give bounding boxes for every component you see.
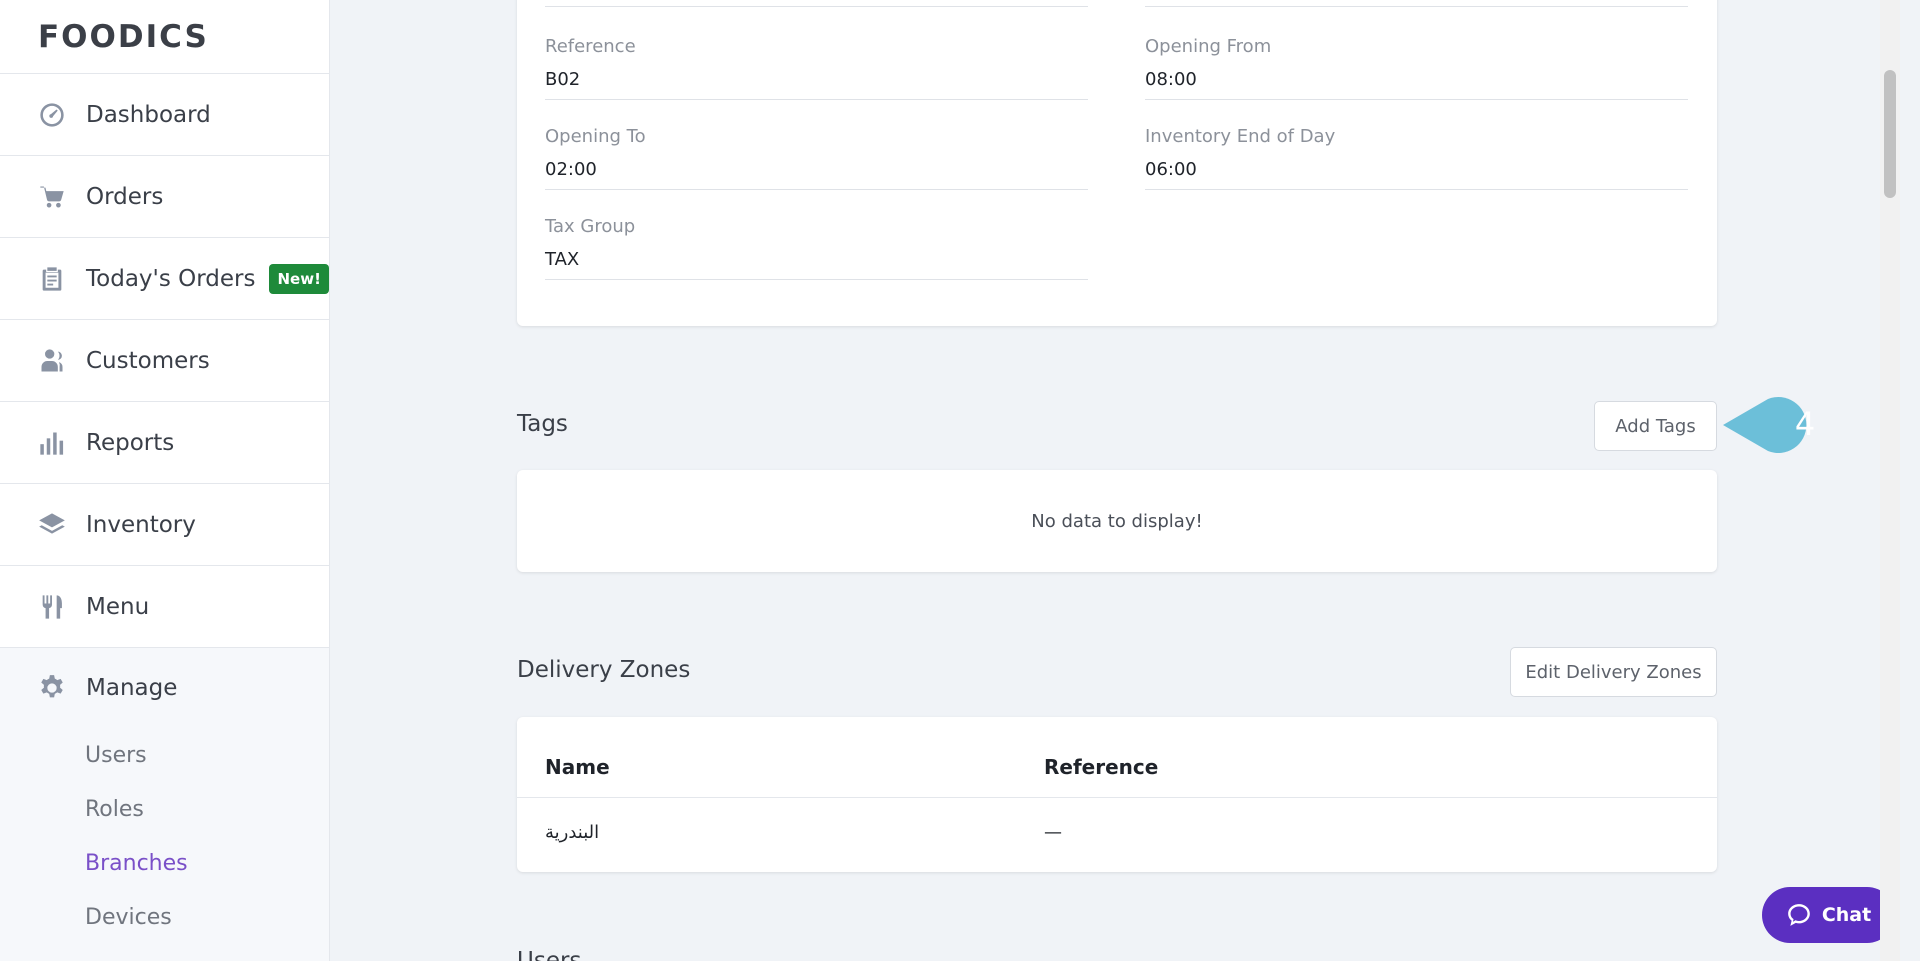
- field-reference: Reference B02: [545, 36, 1088, 100]
- sidebar-item-label: Inventory: [86, 511, 196, 538]
- field-opening-from: Opening From 08:00: [1145, 36, 1688, 100]
- sidebar-subitem-users[interactable]: Users: [0, 728, 329, 782]
- foodics-logo[interactable]: FOODICS: [0, 0, 329, 74]
- sidebar-subitem-discounts[interactable]: Discounts: [0, 944, 329, 961]
- scrollbar-thumb[interactable]: [1884, 70, 1896, 198]
- header-divider: [517, 797, 1717, 798]
- sidebar-item-menu[interactable]: Menu: [0, 566, 329, 648]
- divider: [1145, 6, 1688, 7]
- gear-icon: [38, 674, 66, 702]
- sidebar-item-label: Manage: [86, 675, 178, 701]
- cart-icon: [38, 183, 66, 211]
- sidebar-item-dashboard[interactable]: Dashboard: [0, 74, 329, 156]
- empty-message: No data to display!: [1031, 510, 1203, 532]
- field-label: Opening To: [545, 126, 646, 147]
- sidebar-item-orders[interactable]: Orders: [0, 156, 329, 238]
- field-value: 06:00: [1145, 159, 1688, 190]
- main-content: Reference B02 Opening From 08:00 Opening…: [330, 0, 1900, 961]
- sidebar-item-label: Dashboard: [86, 101, 211, 128]
- cell-zone-reference: —: [1044, 822, 1062, 843]
- delivery-zones-section-title: Delivery Zones: [517, 657, 691, 683]
- edit-delivery-zones-button[interactable]: Edit Delivery Zones: [1510, 647, 1717, 697]
- field-value: 08:00: [1145, 69, 1688, 100]
- column-header-name: Name: [545, 755, 610, 779]
- sidebar-item-label: Menu: [86, 593, 150, 620]
- logo-text: FOODICS: [38, 18, 209, 55]
- field-label: Tax Group: [545, 216, 636, 237]
- tags-section-title: Tags: [517, 411, 568, 437]
- sidebar-item-todays-orders[interactable]: Today's Orders New!: [0, 238, 329, 320]
- customers-icon: [38, 347, 66, 375]
- sidebar-subitem-branches[interactable]: Branches: [0, 836, 329, 890]
- divider: [545, 6, 1088, 7]
- dashboard-gauge-icon: [38, 101, 66, 129]
- tags-empty-card: No data to display!: [517, 470, 1717, 572]
- layers-icon: [38, 511, 66, 539]
- add-tags-button[interactable]: Add Tags: [1594, 401, 1717, 451]
- sidebar-item-reports[interactable]: Reports: [0, 402, 329, 484]
- delivery-zones-table: Name Reference البندرية —: [517, 717, 1717, 872]
- sidebar-item-manage[interactable]: Manage: [0, 648, 329, 728]
- step-number: 4: [1794, 405, 1816, 443]
- utensils-icon: [38, 593, 66, 621]
- sidebar-subitem-devices[interactable]: Devices: [0, 890, 329, 944]
- sidebar-item-customers[interactable]: Customers: [0, 320, 329, 402]
- chat-label: Chat: [1821, 904, 1872, 926]
- field-opening-to: Opening To 02:00: [545, 126, 1088, 190]
- branch-info-card: Reference B02 Opening From 08:00 Opening…: [517, 0, 1717, 326]
- cell-zone-name: البندرية: [545, 822, 600, 843]
- sidebar-item-label: Today's Orders: [86, 265, 256, 292]
- clipboard-icon: [38, 265, 66, 293]
- page-scrollbar[interactable]: [1880, 0, 1900, 961]
- field-value: 02:00: [545, 159, 1088, 190]
- field-label: Inventory End of Day: [1145, 126, 1336, 147]
- field-value: B02: [545, 69, 1088, 100]
- field-inventory-end-of-day: Inventory End of Day 06:00: [1145, 126, 1688, 190]
- sidebar-item-label: Customers: [86, 347, 210, 374]
- sidebar-item-label: Reports: [86, 429, 175, 456]
- sidebar-item-inventory[interactable]: Inventory: [0, 484, 329, 566]
- users-section-title: Users: [517, 948, 582, 961]
- field-value: TAX: [545, 249, 1088, 280]
- new-badge: New!: [269, 263, 329, 294]
- chat-bubble-icon: [1787, 904, 1810, 926]
- field-label: Opening From: [1145, 36, 1272, 57]
- sidebar: FOODICS Dashboard Orders Today's Orders …: [0, 0, 330, 961]
- bar-chart-icon: [38, 429, 66, 457]
- sidebar-subitem-roles[interactable]: Roles: [0, 782, 329, 836]
- chat-button[interactable]: Chat: [1762, 887, 1895, 943]
- field-tax-group: Tax Group TAX: [545, 216, 1088, 280]
- sidebar-item-label: Orders: [86, 183, 164, 210]
- manage-section: Manage Users Roles Branches Devices Disc…: [0, 648, 329, 961]
- column-header-reference: Reference: [1044, 755, 1159, 779]
- field-label: Reference: [545, 36, 636, 57]
